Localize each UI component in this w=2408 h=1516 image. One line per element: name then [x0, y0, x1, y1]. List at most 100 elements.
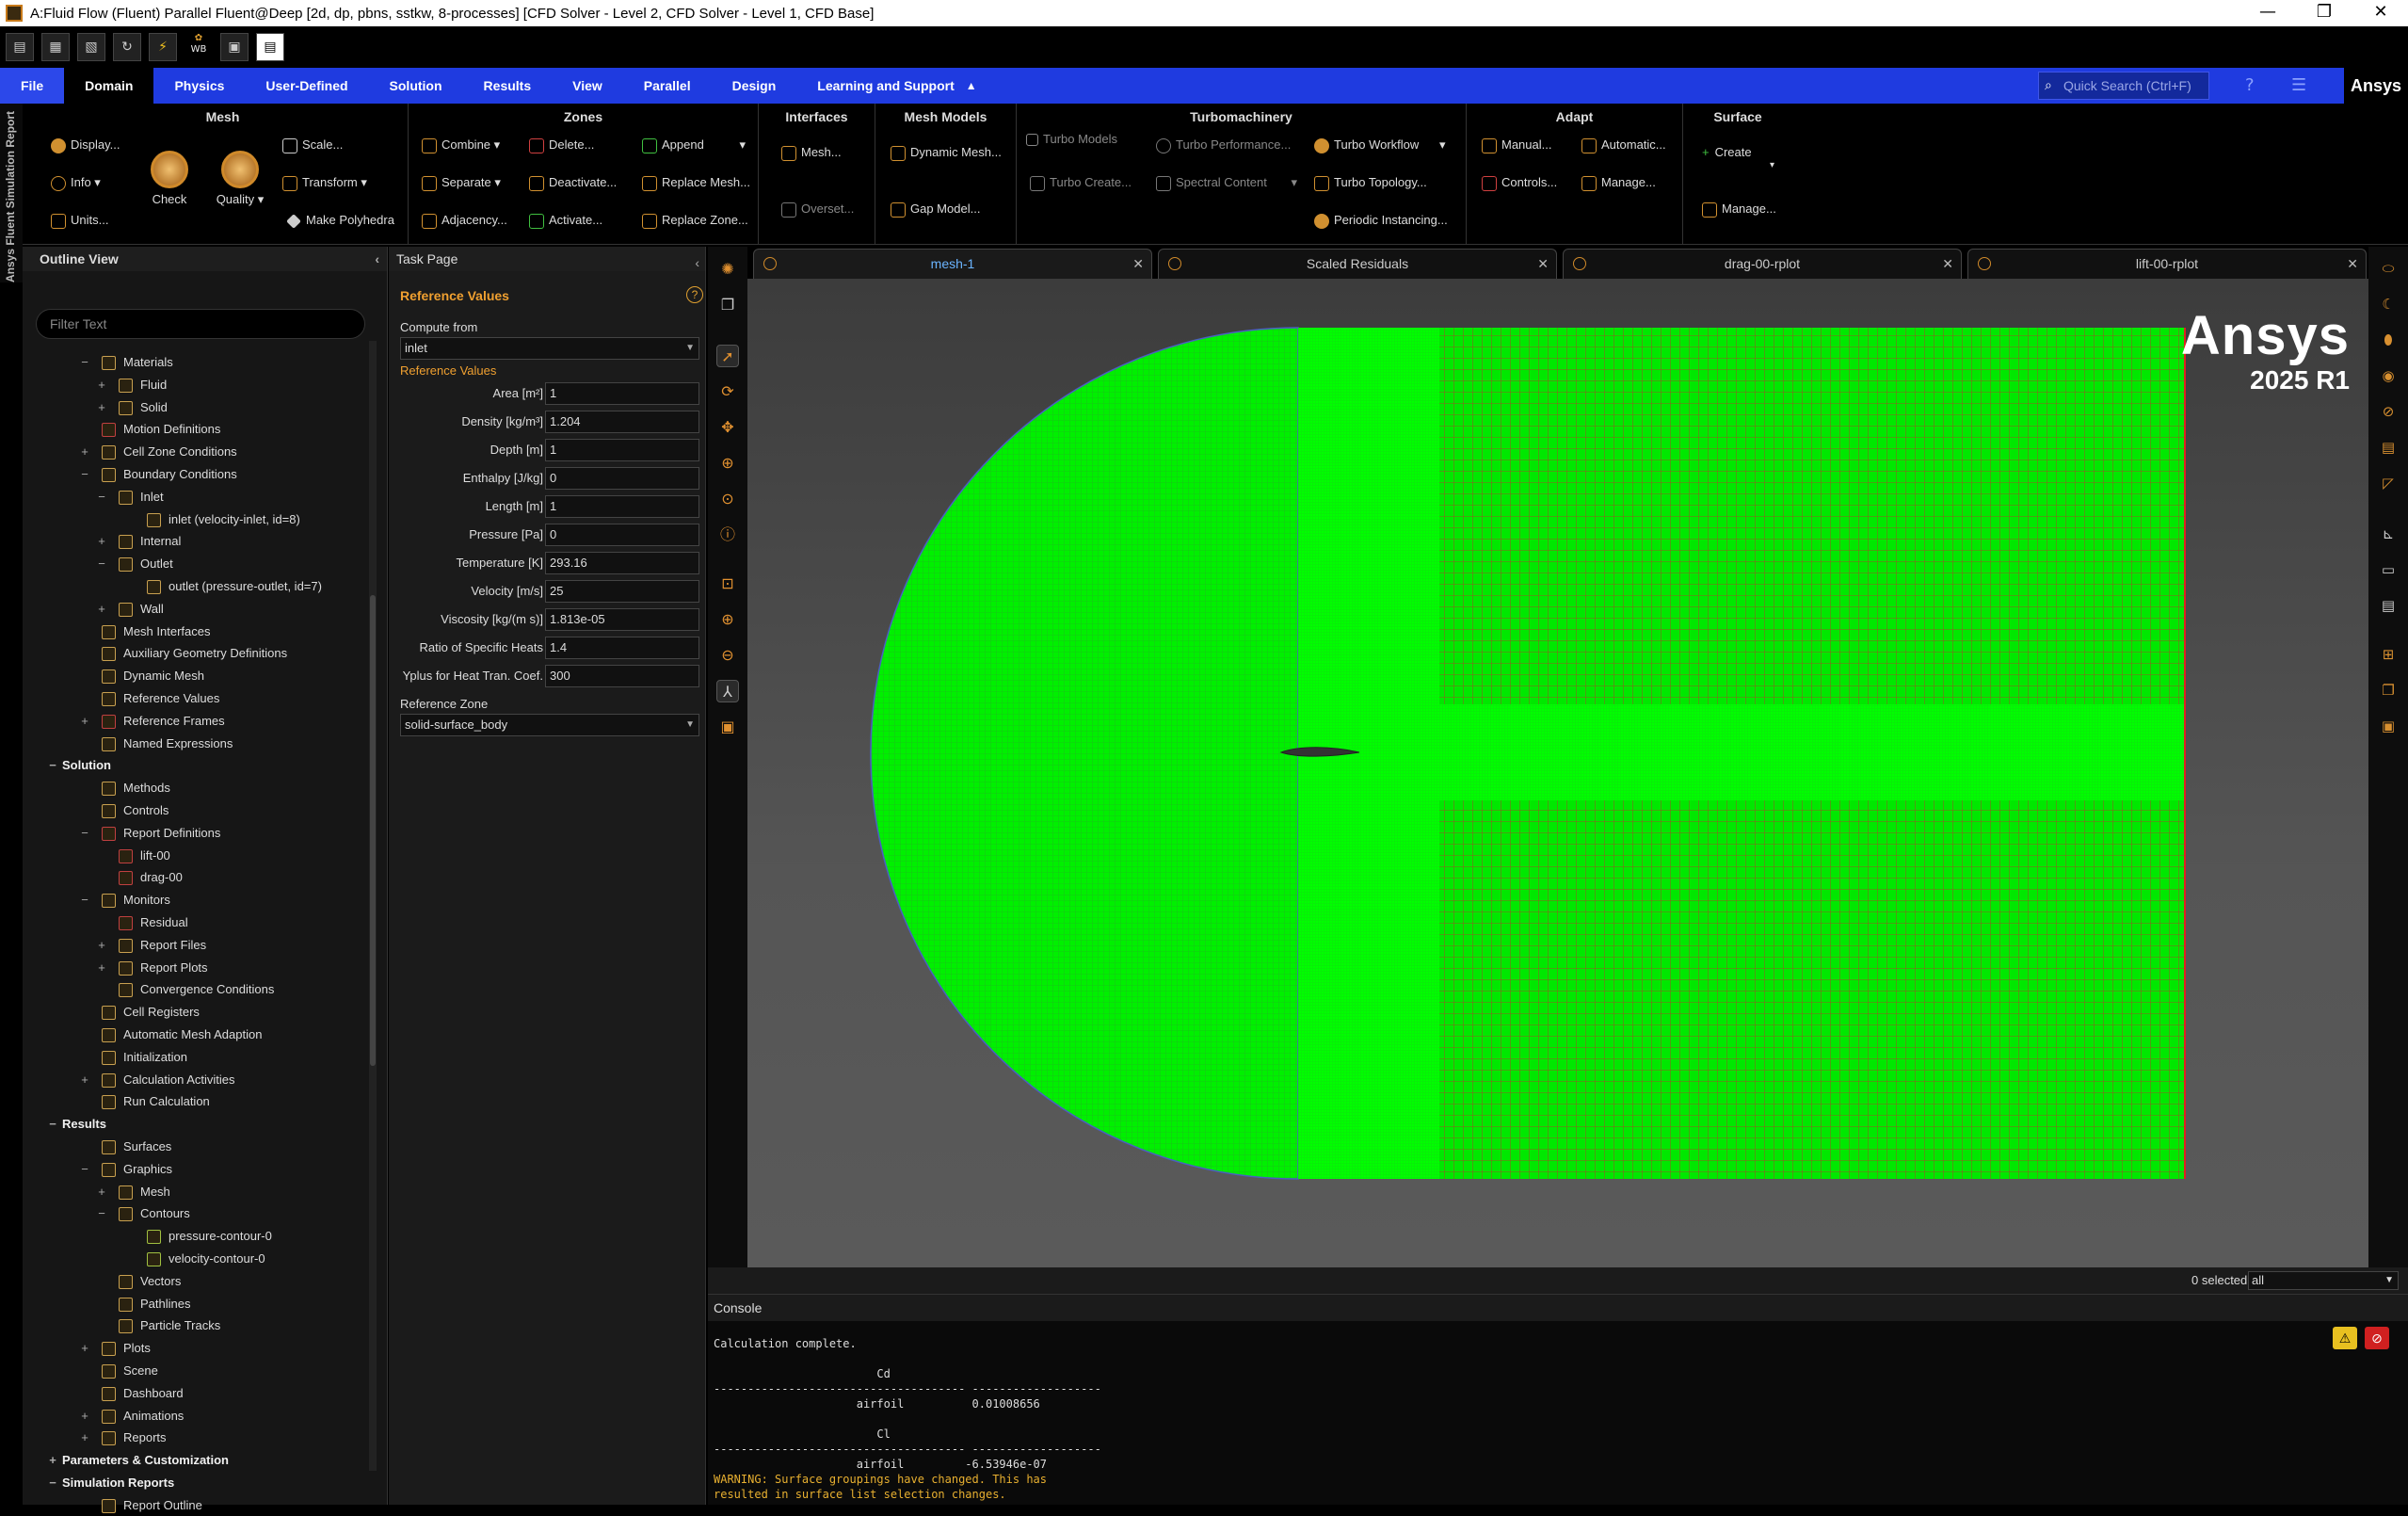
tree-item[interactable]: lift-00 [119, 846, 170, 866]
axes-icon[interactable]: ⅄ [716, 680, 739, 702]
deactivate-button[interactable]: Deactivate... [529, 175, 617, 191]
ruler-icon[interactable]: ▭ [2378, 559, 2399, 580]
manual-adapt-button[interactable]: Manual... [1482, 137, 1551, 153]
new-file-icon[interactable]: ▤ [6, 33, 34, 61]
display-options-icon[interactable]: ✺ [716, 258, 739, 281]
tree-item[interactable]: Pathlines [119, 1294, 190, 1314]
append-button[interactable]: Append ▾ [642, 137, 746, 153]
tree-item[interactable]: Residual [119, 912, 188, 933]
zoom-icon[interactable]: ⊕ [716, 452, 739, 475]
tree-item[interactable]: Dynamic Mesh [102, 666, 204, 686]
tab-learning-support[interactable]: Learning and Support [796, 68, 961, 104]
tree-item[interactable]: Motion Definitions [102, 419, 220, 440]
workbench-button[interactable]: ✿ WB [185, 33, 213, 61]
tree-item[interactable]: + Parameters & Customization [49, 1450, 229, 1471]
tab-view[interactable]: View [552, 68, 623, 104]
layers-icon[interactable]: ▤ [2378, 437, 2399, 458]
filter-text-input[interactable]: Filter Text [36, 309, 365, 339]
warning-icon[interactable]: ⚠ [2333, 1327, 2357, 1349]
scrollbar-thumb[interactable] [370, 595, 376, 1066]
collapse-icon[interactable]: − [96, 487, 107, 508]
collapse-ribbon-icon[interactable]: ▲ [966, 79, 977, 92]
annotation-icon[interactable]: ◸ [2378, 473, 2399, 493]
tab-drag-00-rplot[interactable]: drag-00-rplot ✕ [1563, 249, 1962, 279]
tree-item[interactable]: + Calculation Activities [81, 1070, 235, 1090]
periodic-instancing-button[interactable]: Periodic Instancing... [1314, 213, 1448, 229]
info-button[interactable]: Info ▾ [51, 175, 101, 191]
tree-item[interactable]: Controls [102, 800, 169, 821]
replace-mesh-button[interactable]: Replace Mesh... [642, 175, 750, 191]
turbo-create-button[interactable]: Turbo Create... [1030, 175, 1132, 191]
close-button[interactable]: ✕ [2353, 0, 2408, 26]
tab-scaled-residuals[interactable]: Scaled Residuals ✕ [1158, 249, 1557, 279]
collapse-icon[interactable]: − [47, 1114, 58, 1135]
adapt-controls-button[interactable]: Controls... [1482, 175, 1557, 191]
tree-item[interactable]: − Contours [98, 1203, 190, 1224]
console-output[interactable]: Calculation complete. Cd ---------------… [714, 1336, 1101, 1502]
collapse-left-icon[interactable]: ‹ [375, 247, 379, 271]
rotate-icon[interactable]: ⟳ [716, 380, 739, 403]
tree-item[interactable]: Run Calculation [102, 1091, 210, 1112]
turbo-models-checkbox[interactable]: Turbo Models [1026, 132, 1117, 147]
hide-icon[interactable]: ⊘ [2378, 401, 2399, 422]
collapse-icon[interactable]: − [47, 755, 58, 776]
tree-item[interactable]: + Report Plots [98, 958, 208, 978]
zoom-out-icon[interactable]: ⊖ [716, 644, 739, 667]
notes-icon[interactable]: ▤ [2378, 595, 2399, 616]
surface-create-button[interactable]: + Create [1702, 145, 1752, 159]
window-layout-icon[interactable]: ▣ [220, 33, 249, 61]
expand-icon[interactable]: + [96, 599, 107, 620]
tree-item[interactable]: + Wall [98, 599, 164, 620]
reference-zone-select[interactable]: solid-surface_body ▼ [400, 714, 699, 736]
turbo-topology-button[interactable]: Turbo Topology... [1314, 175, 1427, 191]
tree-item[interactable]: + Report Files [98, 935, 206, 956]
camera-icon[interactable]: ▣ [716, 716, 739, 738]
expand-icon[interactable]: + [79, 711, 90, 732]
tab-parallel[interactable]: Parallel [623, 68, 712, 104]
copy-view-icon[interactable]: ❐ [716, 294, 739, 316]
read-case-icon[interactable]: ▦ [41, 33, 70, 61]
minimize-button[interactable]: — [2240, 0, 2295, 26]
surface-manage-button[interactable]: Manage... [1702, 202, 1776, 218]
tree-item[interactable]: inlet (velocity-inlet, id=8) [147, 509, 300, 530]
tree-item[interactable]: + Cell Zone Conditions [81, 442, 237, 462]
replace-zone-button[interactable]: Replace Zone... [642, 213, 748, 229]
stop-icon[interactable]: ⊘ [2365, 1327, 2389, 1349]
snapshot-icon[interactable]: ▣ [2378, 716, 2399, 736]
maximize-button[interactable]: ❐ [2297, 0, 2352, 26]
tree-item[interactable]: − Boundary Conditions [81, 464, 237, 485]
turbo-performance-button[interactable]: Turbo Performance... [1156, 137, 1291, 153]
tab-user-defined[interactable]: User-Defined [245, 68, 368, 104]
interfaces-mesh-button[interactable]: Mesh... [781, 145, 842, 161]
tree-item[interactable]: − Simulation Reports [49, 1473, 174, 1493]
save-layout-icon[interactable]: ▤ [256, 33, 284, 61]
tab-results[interactable]: Results [463, 68, 553, 104]
reference-value-input[interactable]: 293.16 [545, 552, 699, 574]
pan-icon[interactable]: ✥ [716, 416, 739, 439]
tree-item[interactable]: Auxiliary Geometry Definitions [102, 643, 287, 664]
clip-icon[interactable]: ⊞ [2378, 644, 2399, 665]
tree-item[interactable]: − Outlet [98, 554, 173, 574]
tab-domain[interactable]: Domain [64, 68, 154, 104]
close-icon[interactable]: ✕ [1537, 250, 1549, 278]
simulation-report-side-tab[interactable]: Ansys Fluent Simulation Report [0, 104, 23, 282]
selection-filter-select[interactable]: all ▼ [2248, 1271, 2399, 1290]
zoom-box-icon[interactable]: ⊙ [716, 488, 739, 510]
make-polyhedra-button[interactable]: Make Polyhedra [286, 213, 394, 229]
gap-model-button[interactable]: Gap Model... [891, 202, 980, 218]
expand-icon[interactable]: + [79, 442, 90, 462]
collapse-icon[interactable]: − [79, 352, 90, 373]
expand-icon[interactable]: + [96, 1182, 107, 1202]
reload-icon[interactable]: ↻ [113, 33, 141, 61]
tab-file[interactable]: File [0, 68, 65, 104]
reference-value-input[interactable]: 1 [545, 495, 699, 518]
spectral-content-button[interactable]: Spectral Content ▾ [1156, 175, 1297, 191]
reference-value-input[interactable]: 1.4 [545, 637, 699, 659]
quick-search-input[interactable]: ⌕ Quick Search (Ctrl+F) [2038, 72, 2209, 100]
display-button[interactable]: Display... [51, 137, 120, 153]
tree-item[interactable]: Automatic Mesh Adaption [102, 1024, 262, 1045]
collapse-icon[interactable]: − [79, 1159, 90, 1180]
tree-item[interactable]: Report Outline [102, 1495, 202, 1516]
reference-value-input[interactable]: 1.204 [545, 411, 699, 433]
tree-item[interactable]: − Materials [81, 352, 173, 373]
